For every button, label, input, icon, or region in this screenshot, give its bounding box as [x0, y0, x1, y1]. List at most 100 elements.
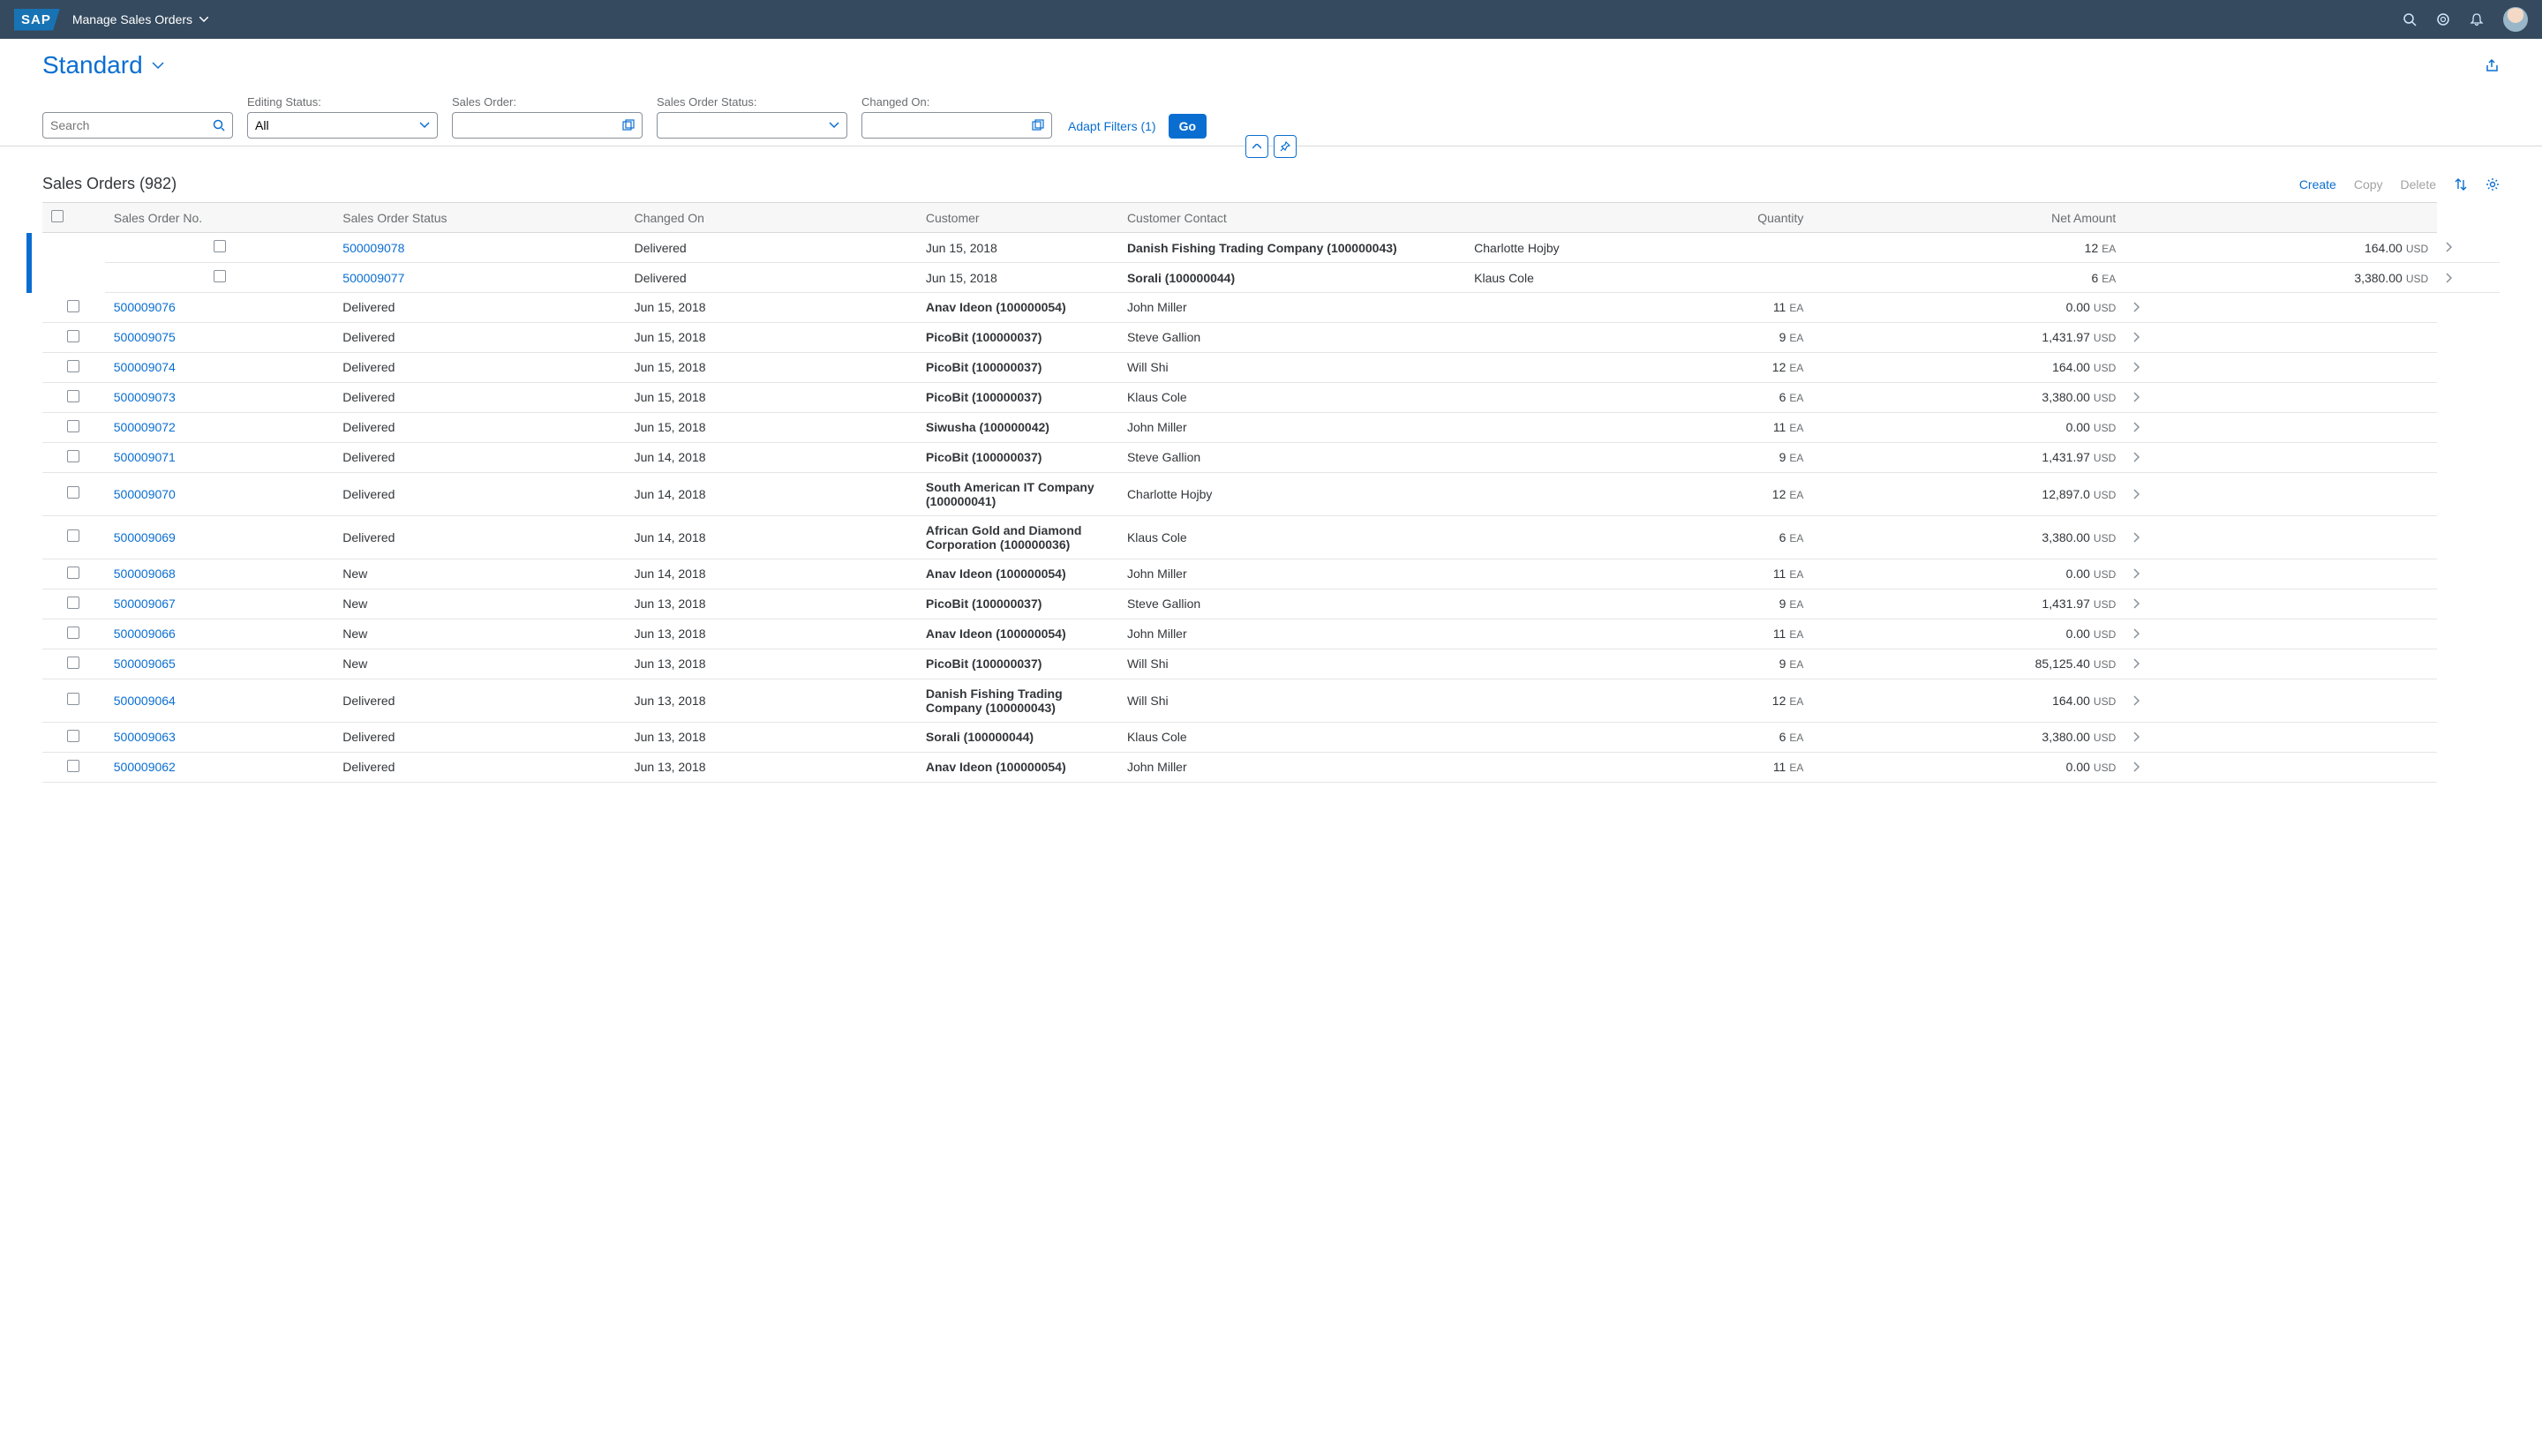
chevron-right-icon[interactable] [2133, 598, 2428, 609]
col-quantity[interactable]: Quantity [1465, 203, 1812, 233]
row-checkbox[interactable] [67, 300, 79, 312]
select-all-checkbox[interactable] [51, 210, 64, 222]
row-checkbox[interactable] [67, 529, 79, 542]
row-checkbox[interactable] [67, 693, 79, 705]
table-row[interactable]: 500009066NewJun 13, 2018Anav Ideon (1000… [42, 619, 2500, 649]
delete-button[interactable]: Delete [2401, 177, 2436, 191]
row-checkbox[interactable] [67, 486, 79, 499]
chevron-right-icon[interactable] [2446, 273, 2491, 283]
chevron-right-icon[interactable] [2133, 302, 2428, 312]
chevron-right-icon[interactable] [2133, 762, 2428, 772]
avatar[interactable] [2503, 7, 2528, 32]
col-changed-on[interactable]: Changed On [626, 203, 917, 233]
sap-logo[interactable]: SAP [14, 9, 60, 31]
table-row[interactable]: 500009069DeliveredJun 14, 2018African Go… [42, 515, 2500, 559]
chevron-right-icon[interactable] [2133, 332, 2428, 342]
row-checkbox[interactable] [67, 760, 79, 772]
bell-icon[interactable] [2470, 12, 2484, 26]
table-row[interactable]: 500009077DeliveredJun 15, 2018Sorali (10… [42, 263, 2500, 293]
pin-button[interactable] [1274, 135, 1297, 158]
order-no-link[interactable]: 500009066 [114, 627, 176, 641]
table-row[interactable]: 500009078DeliveredJun 15, 2018Danish Fis… [42, 233, 2500, 263]
chevron-right-icon[interactable] [2133, 489, 2428, 499]
order-no-link[interactable]: 500009067 [114, 597, 176, 611]
table-row[interactable]: 500009073DeliveredJun 15, 2018PicoBit (1… [42, 382, 2500, 412]
order-no-link[interactable]: 500009063 [114, 730, 176, 744]
order-no-link[interactable]: 500009070 [114, 487, 176, 501]
order-no-link[interactable]: 500009077 [342, 271, 404, 285]
row-checkbox[interactable] [67, 730, 79, 742]
table-row[interactable]: 500009063DeliveredJun 13, 2018Sorali (10… [42, 722, 2500, 752]
order-no-link[interactable]: 500009075 [114, 330, 176, 344]
share-button[interactable] [2484, 57, 2500, 73]
editing-status-select[interactable] [247, 112, 438, 139]
row-checkbox[interactable] [67, 450, 79, 462]
col-contact[interactable]: Customer Contact [1118, 203, 1465, 233]
row-checkbox[interactable] [67, 360, 79, 372]
row-checkbox[interactable] [67, 420, 79, 432]
chevron-right-icon[interactable] [2133, 532, 2428, 543]
copilot-icon[interactable] [2436, 12, 2450, 26]
sort-button[interactable] [2454, 177, 2468, 191]
order-no-link[interactable]: 500009068 [114, 567, 176, 581]
table-row[interactable]: 500009070DeliveredJun 14, 2018South Amer… [42, 472, 2500, 515]
changed-on-input[interactable] [862, 118, 1025, 132]
table-row[interactable]: 500009074DeliveredJun 15, 2018PicoBit (1… [42, 352, 2500, 382]
row-checkbox[interactable] [67, 597, 79, 609]
order-no-link[interactable]: 500009078 [342, 241, 404, 255]
order-no-link[interactable]: 500009069 [114, 530, 176, 544]
shell-title[interactable]: Manage Sales Orders [72, 12, 208, 26]
row-checkbox[interactable] [67, 657, 79, 669]
search-icon[interactable] [206, 119, 232, 131]
adapt-filters-button[interactable]: Adapt Filters (1) [1068, 119, 1156, 133]
col-status[interactable]: Sales Order Status [334, 203, 625, 233]
chevron-right-icon[interactable] [2133, 628, 2428, 639]
search-icon[interactable] [2403, 12, 2417, 26]
go-button[interactable]: Go [1169, 114, 1207, 139]
row-checkbox[interactable] [214, 240, 226, 252]
copy-button[interactable]: Copy [2354, 177, 2383, 191]
row-checkbox[interactable] [214, 270, 226, 282]
order-no-link[interactable]: 500009065 [114, 657, 176, 671]
chevron-right-icon[interactable] [2133, 362, 2428, 372]
chevron-right-icon[interactable] [2133, 695, 2428, 706]
order-no-link[interactable]: 500009064 [114, 694, 176, 708]
search-input[interactable] [43, 118, 206, 132]
table-row[interactable]: 500009072DeliveredJun 15, 2018Siwusha (1… [42, 412, 2500, 442]
settings-button[interactable] [2486, 177, 2500, 191]
order-no-link[interactable]: 500009072 [114, 420, 176, 434]
row-checkbox[interactable] [67, 567, 79, 579]
col-net-amount[interactable]: Net Amount [1812, 203, 2125, 233]
chevron-right-icon[interactable] [2133, 568, 2428, 579]
order-no-link[interactable]: 500009073 [114, 390, 176, 404]
table-row[interactable]: 500009062DeliveredJun 13, 2018Anav Ideon… [42, 752, 2500, 782]
chevron-right-icon[interactable] [2133, 392, 2428, 402]
chevron-right-icon[interactable] [2133, 732, 2428, 742]
create-button[interactable]: Create [2299, 177, 2336, 191]
chevron-right-icon[interactable] [2446, 242, 2491, 252]
table-row[interactable]: 500009064DeliveredJun 13, 2018Danish Fis… [42, 679, 2500, 722]
order-no-link[interactable]: 500009074 [114, 360, 176, 374]
chevron-right-icon[interactable] [2133, 452, 2428, 462]
table-row[interactable]: 500009067NewJun 13, 2018PicoBit (1000000… [42, 589, 2500, 619]
sales-order-input[interactable] [453, 118, 615, 132]
col-order-no[interactable]: Sales Order No. [105, 203, 335, 233]
value-help-icon[interactable] [615, 119, 642, 131]
order-no-link[interactable]: 500009062 [114, 760, 176, 774]
table-row[interactable]: 500009065NewJun 13, 2018PicoBit (1000000… [42, 649, 2500, 679]
row-checkbox[interactable] [67, 330, 79, 342]
chevron-right-icon[interactable] [2133, 658, 2428, 669]
collapse-button[interactable] [1245, 135, 1268, 158]
table-row[interactable]: 500009071DeliveredJun 14, 2018PicoBit (1… [42, 442, 2500, 472]
row-checkbox[interactable] [67, 627, 79, 639]
row-checkbox[interactable] [67, 390, 79, 402]
table-row[interactable]: 500009076DeliveredJun 15, 2018Anav Ideon… [42, 293, 2500, 323]
sales-order-status-select[interactable] [657, 112, 847, 139]
order-no-link[interactable]: 500009071 [114, 450, 176, 464]
variant-selector[interactable]: Standard [42, 51, 164, 79]
order-no-link[interactable]: 500009076 [114, 300, 176, 314]
chevron-right-icon[interactable] [2133, 422, 2428, 432]
table-row[interactable]: 500009068NewJun 14, 2018Anav Ideon (1000… [42, 559, 2500, 589]
value-help-icon[interactable] [1025, 119, 1051, 131]
col-customer[interactable]: Customer [917, 203, 1118, 233]
